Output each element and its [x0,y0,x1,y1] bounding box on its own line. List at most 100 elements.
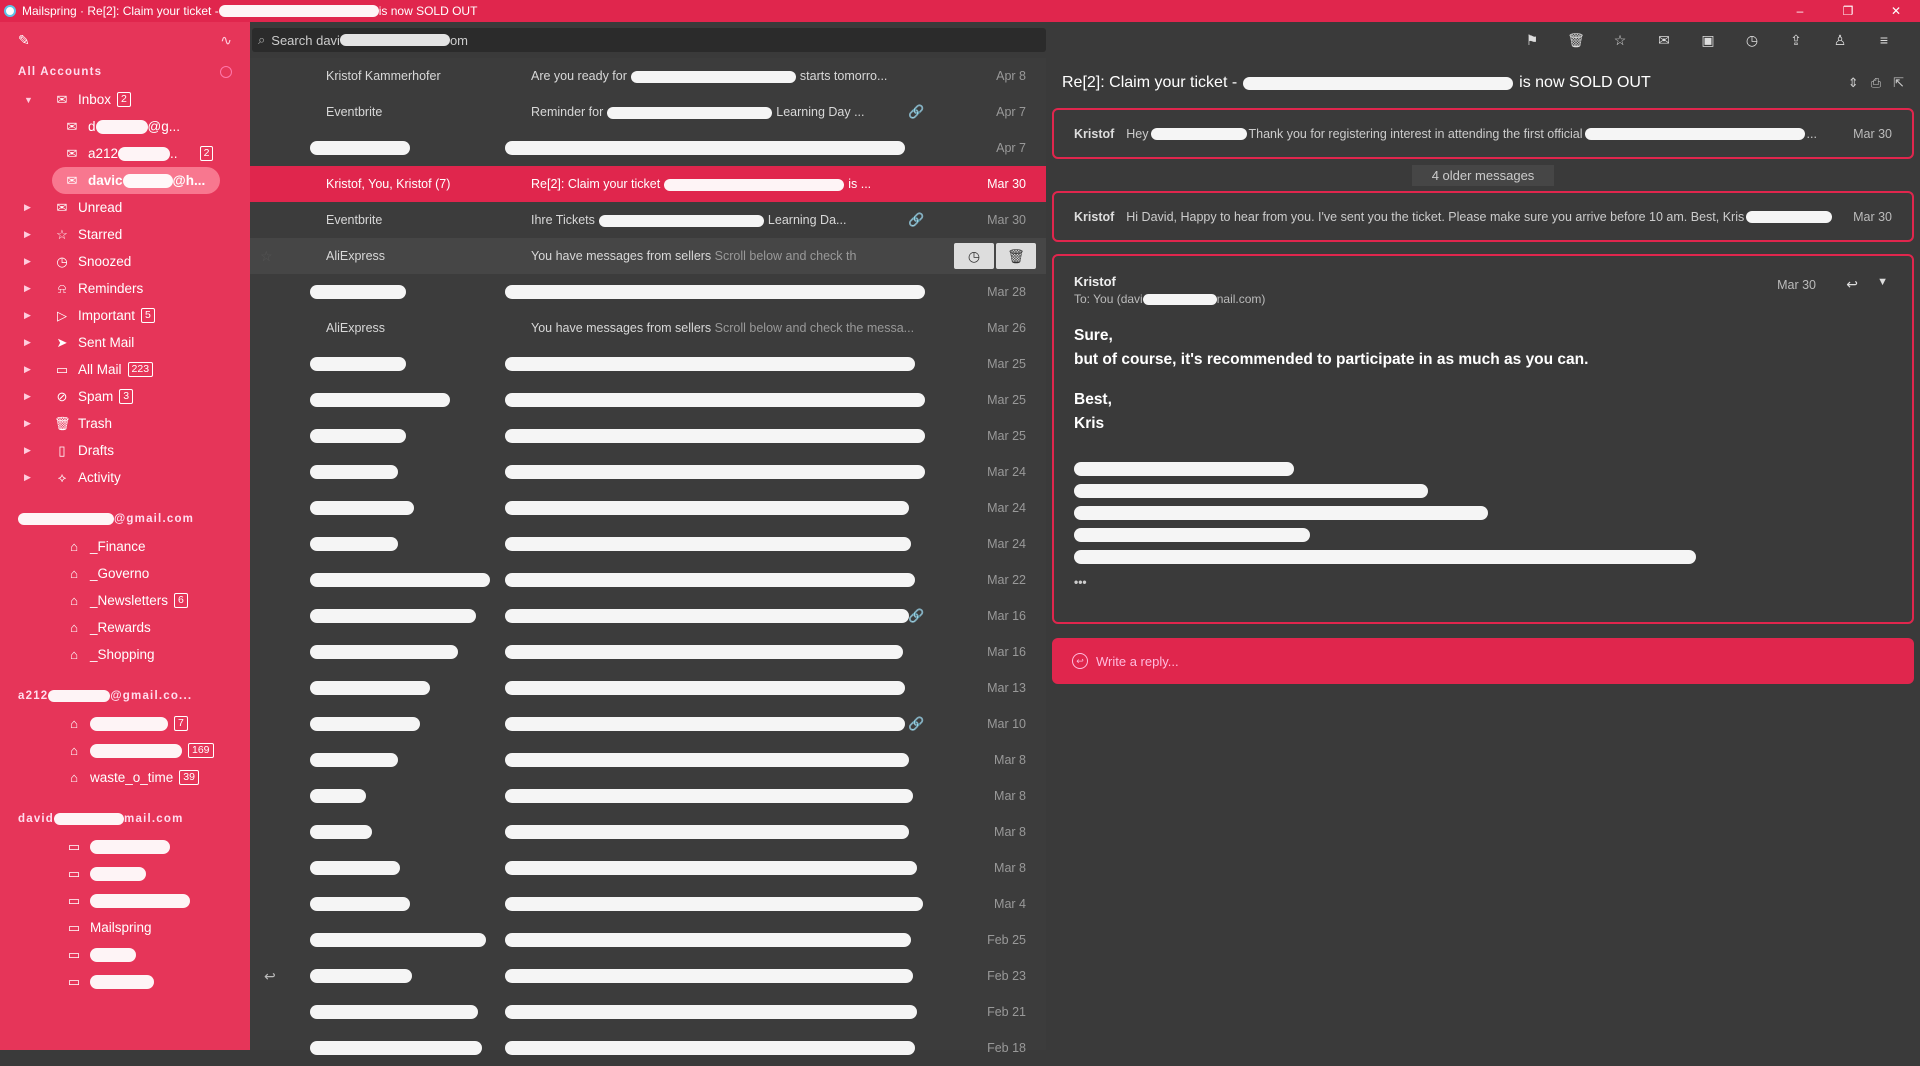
table-row[interactable]: Mar 24 [250,490,1046,526]
account-header[interactable]: david mail.com [0,805,250,833]
table-row[interactable]: Kristof, You, Kristof (7) Re[2]: Claim yo… [250,166,1046,202]
account-header[interactable]: a212 @gmail.co... [0,682,250,710]
mark-unread-icon[interactable]: ✉ [1642,32,1686,49]
table-row[interactable]: Feb 25 [250,922,1046,958]
expand-arrow-icon[interactable]: ▶ [24,256,31,267]
table-row[interactable]: Eventbrite Ihre Tickets Learning Da... 🔗 Mar… [250,202,1046,238]
label-item[interactable]: ⌂ _Rewards [0,614,250,641]
label-item[interactable]: ⌂ _Shopping [0,641,250,668]
expand-arrow-icon[interactable]: ▶ [24,364,31,375]
snooze-clock-icon[interactable]: ◷ [1730,32,1774,49]
reply-box[interactable]: ↩ Write a reply... [1052,638,1914,684]
sidebar-item-all-mail[interactable]: ▶ ▭ All Mail 223 [0,356,250,383]
move-folder-icon[interactable]: ▣ [1686,32,1730,49]
popout-icon[interactable]: ⇱ [1893,75,1904,91]
sidebar-item-inbox-account-selected[interactable]: ✉ davic @h... [52,167,220,194]
menu-icon[interactable]: ≡ [1862,32,1906,48]
sidebar-item-snoozed[interactable]: ▶ ◷ Snoozed [0,248,250,275]
table-row[interactable]: Feb 21 [250,994,1046,1030]
person-icon[interactable]: ♙ [1818,32,1862,49]
table-row[interactable]: Mar 28 [250,274,1046,310]
table-row[interactable]: Mar 8 [250,850,1046,886]
folder-item[interactable]: ▭ [0,941,250,968]
folder-item[interactable]: ▭ [0,860,250,887]
account-header[interactable]: @gmail.com [0,505,250,533]
table-row[interactable]: Eventbrite Reminder for Learning Day ... 🔗 A… [250,94,1046,130]
table-row[interactable]: Mar 8 [250,742,1046,778]
star-icon[interactable]: ☆ [260,248,290,265]
trash-icon[interactable]: 🗑 [996,243,1036,269]
table-row[interactable]: Mar 22 [250,562,1046,598]
folder-item[interactable]: ▭ [0,833,250,860]
minimize-button[interactable]: – [1776,0,1824,22]
sidebar-item-trash[interactable]: ▶ 🗑 Trash [0,410,250,437]
sidebar-item-unread[interactable]: ▶ ✉ Unread [0,194,250,221]
label-item[interactable]: ⌂ waste_o_time 39 [0,764,250,791]
folder-item[interactable]: ▭ Mailspring [0,914,250,941]
label-item[interactable]: ⌂ 7 [0,710,250,737]
show-quoted-button[interactable]: ••• [1074,570,1892,594]
collapsed-message[interactable]: Kristof Hey Thank you for registering in… [1052,108,1914,159]
share-icon[interactable]: ⇪ [1774,32,1818,49]
sidebar-item-activity[interactable]: ▶ ⟡ Activity [0,464,250,491]
compose-icon[interactable]: ✎ [18,32,30,49]
label-item[interactable]: ⌂ _Newsletters 6 [0,587,250,614]
activity-pulse-icon[interactable]: ∿ [220,32,232,49]
table-row[interactable]: Mar 25 [250,346,1046,382]
expand-arrow-icon[interactable]: ▶ [24,337,31,348]
label-item[interactable]: ⌂ _Finance [0,533,250,560]
table-row[interactable]: Mar 24 [250,454,1046,490]
table-row[interactable]: Kristof Kammerhofer Are you ready for star… [250,58,1046,94]
table-row[interactable]: Apr 7 [250,130,1046,166]
spam-icon[interactable]: ⚑ [1510,32,1554,49]
expand-arrow-icon[interactable]: ▶ [24,445,31,456]
label-item[interactable]: ⌂ 169 [0,737,250,764]
table-row[interactable]: 🔗 Mar 16 [250,598,1046,634]
table-row[interactable]: 🔗 Mar 10 [250,706,1046,742]
sidebar-item-drafts[interactable]: ▶ ▯ Drafts [0,437,250,464]
restore-button[interactable]: ❐ [1824,0,1872,22]
expand-arrow-icon[interactable]: ▶ [24,472,31,483]
sidebar-item-starred[interactable]: ▶ ☆ Starred [0,221,250,248]
table-row[interactable]: Mar 16 [250,634,1046,670]
add-icon[interactable] [220,66,232,78]
folder-item[interactable]: ▭ [0,968,250,995]
expand-arrow-icon[interactable]: ▶ [24,229,31,240]
older-messages-button[interactable]: 4 older messages [1046,161,1920,189]
sidebar-item-inbox-account[interactable]: ✉ d @g... [0,113,250,140]
table-row[interactable]: ☆ AliExpress You have messages from seller… [250,238,1046,274]
table-row[interactable]: Feb 18 [250,1030,1046,1066]
snooze-clock-icon[interactable]: ◷ [954,243,994,269]
all-accounts-header[interactable]: All Accounts [0,58,250,86]
collapsed-message[interactable]: Kristof Hi David, Happy to hear from you… [1052,191,1914,242]
sidebar-item-sent[interactable]: ▶ ➤ Sent Mail [0,329,250,356]
table-row[interactable]: AliExpress You have messages from sellers… [250,310,1046,346]
table-row[interactable]: Mar 25 [250,382,1046,418]
sidebar-item-inbox-account[interactable]: ✉ a212.. 2 [0,140,250,167]
message-sender[interactable]: Kristof [1074,274,1892,289]
sidebar-item-spam[interactable]: ▶ ⊘ Spam 3 [0,383,250,410]
table-row[interactable]: Mar 4 [250,886,1046,922]
close-button[interactable]: ✕ [1872,0,1920,22]
table-row[interactable]: Mar 8 [250,814,1046,850]
label-item[interactable]: ⌂ _Governo [0,560,250,587]
print-icon[interactable]: ⎙ [1871,75,1881,91]
expand-arrow-icon[interactable]: ▶ [24,310,31,321]
trash-icon[interactable]: 🗑 [1554,32,1598,49]
sidebar-item-inbox[interactable]: ▼ ✉ Inbox 2 [0,86,250,113]
table-row[interactable]: ↩ Feb 23 [250,958,1046,994]
sidebar-item-important[interactable]: ▶ ▷ Important 5 [0,302,250,329]
folder-item[interactable]: ▭ [0,887,250,914]
expand-all-icon[interactable]: ⇕ [1848,75,1859,91]
expand-arrow-icon[interactable]: ▶ [24,202,31,213]
table-row[interactable]: Mar 13 [250,670,1046,706]
table-row[interactable]: Mar 25 [250,418,1046,454]
expand-arrow-icon[interactable]: ▶ [24,418,31,429]
expand-arrow-icon[interactable]: ▶ [24,391,31,402]
expand-arrow-icon[interactable]: ▶ [24,283,31,294]
reply-icon[interactable]: ↩ [1846,276,1858,293]
search-input[interactable]: ⌕ Search davi om [252,28,1046,52]
table-row[interactable]: Mar 24 [250,526,1046,562]
expand-arrow-icon[interactable]: ▼ [24,95,33,105]
table-row[interactable]: Mar 8 [250,778,1046,814]
